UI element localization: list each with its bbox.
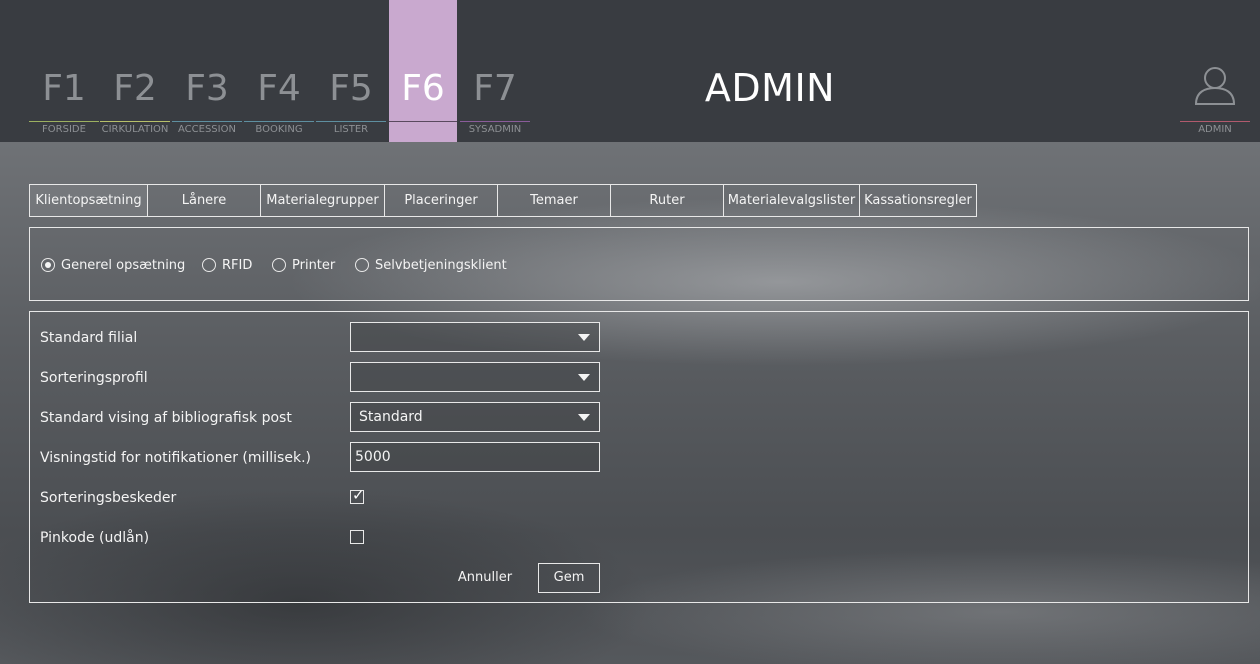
nav-key-label: BOOKING <box>255 124 303 135</box>
radio-button[interactable] <box>202 258 216 272</box>
notifikation-label: Visningstid for notifikationer (millisek… <box>40 450 311 466</box>
sorteringsbeskeder-label: Sorteringsbeskeder <box>40 490 177 506</box>
settings-form: Standard filial Sorteringsprofil Standar… <box>29 311 1249 603</box>
tab-temaer[interactable]: Temaer <box>498 185 611 216</box>
nav-key-underline <box>460 121 530 122</box>
nav-key-f5[interactable]: F5 LISTER <box>316 0 386 142</box>
admin-tabs: Klientopsætning Lånere Materialegrupper … <box>29 184 977 217</box>
visning-label: Standard vising af bibliografisk post <box>40 410 292 426</box>
radio-label: Generel opsætning <box>61 257 186 273</box>
tab-placeringer[interactable]: Placeringer <box>385 185 498 216</box>
radio-selvbetjeningsklient[interactable]: Selvbetjeningsklient <box>355 257 507 273</box>
nav-key-underline <box>29 121 99 122</box>
tab-materialegrupper[interactable]: Materialegrupper <box>261 185 385 216</box>
nav-key-number: F1 <box>42 68 86 109</box>
nav-key-underline <box>316 121 386 122</box>
radio-label: Selvbetjeningsklient <box>375 257 507 273</box>
nav-key-f2[interactable]: F2 CIRKULATION <box>100 0 170 142</box>
tab-laanere[interactable]: Lånere <box>148 185 261 216</box>
nav-key-f3[interactable]: F3 ACCESSION <box>172 0 242 142</box>
visning-select[interactable]: Standard <box>350 402 600 432</box>
user-underline <box>1180 121 1250 122</box>
settings-type-panel: Generel opsætning RFID Printer Selvbetje… <box>29 227 1249 301</box>
radio-generel-opsaetning[interactable]: Generel opsætning <box>41 257 185 273</box>
nav-key-number: F4 <box>257 68 301 109</box>
nav-key-label: CIRKULATION <box>101 124 169 135</box>
user-label: ADMIN <box>1198 124 1232 135</box>
nav-key-label: LISTER <box>333 124 369 135</box>
notifikation-input[interactable]: 5000 <box>350 442 600 472</box>
nav-key-label: SYSADMIN <box>468 124 522 135</box>
nav-key-f1[interactable]: F1 FORSIDE <box>29 0 99 142</box>
tab-kassationsregler[interactable]: Kassationsregler <box>860 185 976 216</box>
sorteringsbeskeder-checkbox[interactable]: ✓ <box>350 486 365 504</box>
nav-key-underline <box>244 121 314 122</box>
radio-label: Printer <box>292 257 336 273</box>
cancel-button[interactable]: Annuller <box>450 569 520 587</box>
chevron-down-icon <box>578 414 590 421</box>
nav-key-number: F6 <box>401 68 445 109</box>
radio-rfid[interactable]: RFID <box>202 257 252 273</box>
radio-button-checked[interactable] <box>41 258 55 272</box>
nav-key-underline <box>172 121 242 122</box>
nav-key-f4[interactable]: F4 BOOKING <box>244 0 314 142</box>
sorteringsprofil-select[interactable] <box>350 362 600 392</box>
checkmark-icon: ✓ <box>352 486 365 504</box>
nav-key-f7[interactable]: F7 SYSADMIN <box>460 0 530 142</box>
tab-klientopsaetning[interactable]: Klientopsætning <box>30 185 148 216</box>
chevron-down-icon <box>578 334 590 341</box>
standard-filial-label: Standard filial <box>40 330 138 346</box>
nav-key-f6[interactable]: F6 <box>389 0 457 142</box>
page-title: ADMIN <box>704 66 836 110</box>
nav-key-number: F7 <box>473 68 517 109</box>
save-button[interactable]: Gem <box>538 563 600 593</box>
sorteringsprofil-label: Sorteringsprofil <box>40 370 148 386</box>
nav-key-underline <box>100 121 170 122</box>
nav-key-underline <box>389 121 457 122</box>
radio-button[interactable] <box>272 258 286 272</box>
select-value: Standard <box>359 409 423 425</box>
nav-key-label: ACCESSION <box>178 124 236 135</box>
pinkode-label: Pinkode (udlån) <box>40 530 150 546</box>
nav-key-number: F2 <box>113 68 157 109</box>
nav-key-label: FORSIDE <box>42 124 86 135</box>
tab-ruter[interactable]: Ruter <box>611 185 724 216</box>
radio-printer[interactable]: Printer <box>272 257 335 273</box>
top-navigation-bar: F1 FORSIDE F2 CIRKULATION F3 ACCESSION F… <box>0 0 1260 142</box>
pinkode-checkbox[interactable] <box>350 530 364 544</box>
radio-label: RFID <box>222 257 253 273</box>
user-icon <box>1194 67 1236 105</box>
chevron-down-icon <box>578 374 590 381</box>
standard-filial-select[interactable] <box>350 322 600 352</box>
user-menu[interactable]: ADMIN <box>1180 64 1250 142</box>
nav-key-number: F5 <box>329 68 373 109</box>
radio-button[interactable] <box>355 258 369 272</box>
tab-materialevalgslister[interactable]: Materialevalgslister <box>724 185 860 216</box>
nav-key-number: F3 <box>185 68 229 109</box>
